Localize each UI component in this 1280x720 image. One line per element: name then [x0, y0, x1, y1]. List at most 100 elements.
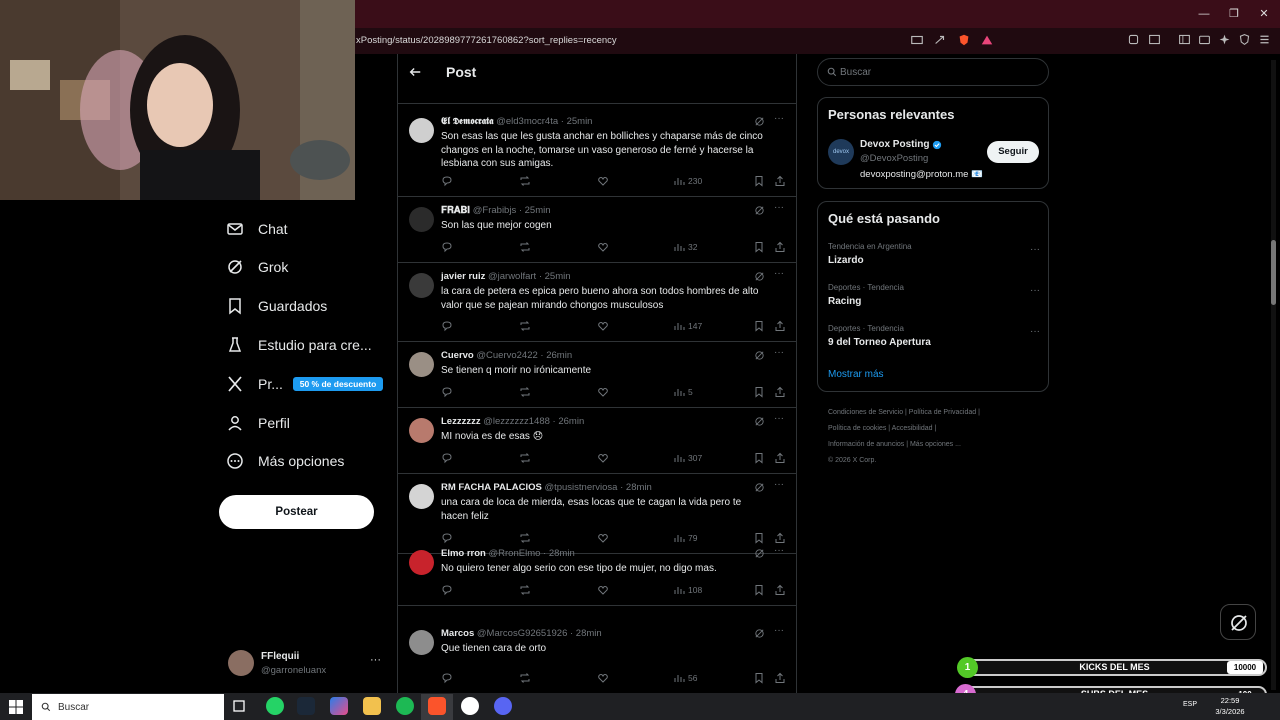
sidebar-item-grok[interactable]: Grok: [226, 252, 288, 282]
retweet-icon[interactable]: [519, 241, 531, 253]
more-icon[interactable]: ···: [1030, 244, 1040, 255]
sidebar-item-perfil[interactable]: Perfil: [226, 408, 290, 438]
user-name[interactable]: Devox Posting: [860, 139, 942, 150]
extensions-icon[interactable]: [1127, 33, 1143, 49]
avatar[interactable]: [409, 118, 434, 143]
share-icon[interactable]: [774, 584, 786, 596]
more-icon[interactable]: ···: [774, 347, 784, 358]
tweet-author-name[interactable]: 𝐅𝐑𝐀𝐁𝐈: [441, 205, 470, 216]
tweet-author-name[interactable]: RM FACHA PALACIOS: [441, 482, 542, 493]
more-icon[interactable]: ···: [774, 413, 784, 424]
footer-line[interactable]: Información de anuncios | Más opciones .…: [828, 437, 1048, 453]
avatar[interactable]: [409, 418, 434, 443]
more-icon[interactable]: ···: [774, 268, 784, 279]
tweet-author-name[interactable]: Marcos: [441, 628, 474, 639]
menu-icon[interactable]: [1258, 33, 1274, 49]
retweet-icon[interactable]: [519, 386, 531, 398]
tweet-author-handle[interactable]: @eld3mocr4ta: [496, 116, 558, 127]
windows-start-icon[interactable]: [9, 700, 23, 714]
more-icon[interactable]: ···: [1030, 326, 1040, 337]
avatar[interactable]: [409, 273, 434, 298]
views-icon[interactable]: 307: [673, 452, 702, 464]
leo-ai-icon[interactable]: [1218, 33, 1234, 49]
tweet-author-name[interactable]: javier ruiz: [441, 271, 485, 282]
brave-icon[interactable]: [428, 697, 446, 715]
tweet-time[interactable]: · 28min: [543, 548, 575, 559]
tweet-author-handle[interactable]: @Frabibjs: [473, 205, 516, 216]
bookmark-icon[interactable]: [753, 452, 765, 464]
retweet-icon[interactable]: [519, 672, 531, 684]
trend-item[interactable]: Deportes · Tendencia Racing ···: [828, 283, 1040, 319]
share-icon[interactable]: [774, 386, 786, 398]
bookmark-icon[interactable]: [753, 672, 765, 684]
language-indicator[interactable]: ESP: [1183, 701, 1197, 708]
reply-icon[interactable]: [441, 175, 453, 187]
sidebar-item-guardados[interactable]: Guardados: [226, 291, 327, 321]
bookmark-icon[interactable]: [753, 175, 765, 187]
avatar[interactable]: [409, 484, 434, 509]
folder-icon[interactable]: [363, 697, 381, 715]
like-icon[interactable]: [597, 175, 609, 187]
tweet-reply[interactable]: Elmo rron @RronElmo · 28min ··· No quiero …: [398, 540, 796, 606]
tab-icon[interactable]: [1148, 33, 1164, 49]
grok-floating-button[interactable]: [1220, 604, 1256, 640]
reply-icon[interactable]: [441, 386, 453, 398]
views-icon[interactable]: 5: [673, 386, 693, 398]
more-icon[interactable]: ···: [774, 545, 784, 556]
sidebar-item-premium[interactable]: Pr...: [226, 369, 283, 399]
more-icon[interactable]: ···: [774, 625, 784, 636]
tweet-author-name[interactable]: 𝕰𝖑 𝕯𝖊𝖒𝖔𝖈𝖗𝖆𝖙𝖆: [441, 116, 494, 127]
scrollbar[interactable]: [1271, 60, 1276, 690]
more-icon[interactable]: ···: [1030, 285, 1040, 296]
like-icon[interactable]: [597, 386, 609, 398]
share-icon[interactable]: [774, 320, 786, 332]
premium-discount-badge[interactable]: 50 % de descuento: [293, 377, 383, 391]
avatar[interactable]: devox: [828, 139, 854, 165]
grok-icon[interactable]: [754, 205, 766, 217]
views-icon[interactable]: 32: [673, 241, 697, 253]
avatar[interactable]: [409, 207, 434, 232]
vpn-icon[interactable]: [1238, 33, 1254, 49]
share-icon[interactable]: [933, 33, 949, 49]
retweet-icon[interactable]: [519, 320, 531, 332]
tweet-time[interactable]: · 25min: [519, 205, 551, 216]
reply-icon[interactable]: [441, 584, 453, 596]
share-icon[interactable]: [774, 452, 786, 464]
like-icon[interactable]: [597, 320, 609, 332]
task-view-icon[interactable]: [231, 697, 249, 715]
whatsapp-icon[interactable]: [266, 697, 284, 715]
views-icon[interactable]: 56: [673, 672, 697, 684]
grok-icon[interactable]: [754, 350, 766, 362]
tweet-time[interactable]: · 25min: [539, 271, 571, 282]
obs-icon[interactable]: [461, 697, 479, 715]
reply-icon[interactable]: [441, 452, 453, 464]
discord-icon[interactable]: [494, 697, 512, 715]
clock[interactable]: 22:59 3/3/2026: [1210, 695, 1250, 717]
show-more-link[interactable]: Mostrar más: [828, 369, 884, 380]
like-icon[interactable]: [597, 672, 609, 684]
steam-icon[interactable]: [297, 697, 315, 715]
account-switcher[interactable]: FFlequii @garroneluanx ···: [226, 648, 386, 680]
footer-line[interactable]: Condiciones de Servicio | Política de Pr…: [828, 405, 1048, 421]
share-icon[interactable]: [774, 175, 786, 187]
tweet-author-name[interactable]: Cuervo: [441, 350, 474, 361]
sidebar-item-chat[interactable]: Chat: [226, 214, 288, 244]
tweet-time[interactable]: · 26min: [540, 350, 572, 361]
close-icon[interactable]: ✕: [1256, 6, 1272, 22]
spotify-icon[interactable]: [396, 697, 414, 715]
retweet-icon[interactable]: [519, 452, 531, 464]
like-icon[interactable]: [597, 584, 609, 596]
share-icon[interactable]: [774, 672, 786, 684]
tweet-reply[interactable]: 𝕰𝖑 𝕯𝖊𝖒𝖔𝖈𝖗𝖆𝖙𝖆 @eld3mocr4ta · 25min ··· Son …: [398, 108, 796, 197]
retweet-icon[interactable]: [519, 175, 531, 187]
sidebar-toggle-icon[interactable]: [1178, 33, 1194, 49]
grok-icon[interactable]: [754, 416, 766, 428]
avatar[interactable]: [409, 630, 434, 655]
tweet-reply[interactable]: Lezzzzzz @lezzzzzz1488 · 26min ··· MI novi…: [398, 408, 796, 474]
grok-icon[interactable]: [754, 548, 766, 560]
bookmark-icon[interactable]: [753, 584, 765, 596]
tweet-author-name[interactable]: Elmo rron: [441, 548, 486, 559]
post-button[interactable]: Postear: [219, 495, 374, 529]
views-icon[interactable]: 230: [673, 175, 702, 187]
footer-line[interactable]: Política de cookies | Accesibilidad |: [828, 421, 1048, 437]
